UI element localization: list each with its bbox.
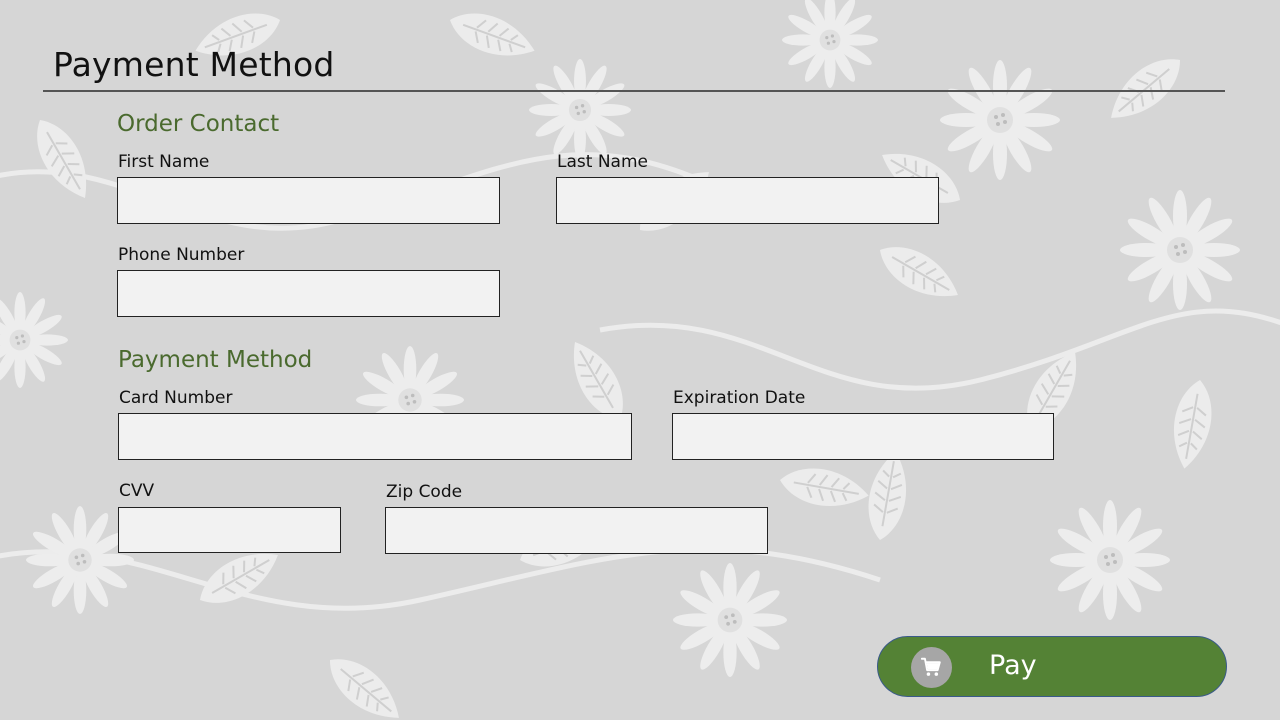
pay-button[interactable]: Pay	[877, 636, 1227, 697]
phone-number-input[interactable]	[117, 270, 500, 317]
first-name-label: First Name	[118, 152, 210, 172]
expiration-date-input[interactable]	[672, 413, 1054, 460]
first-name-input[interactable]	[117, 177, 500, 224]
card-number-input[interactable]	[118, 413, 632, 460]
last-name-label: Last Name	[557, 152, 648, 172]
title-divider	[43, 90, 1225, 92]
zip-code-label: Zip Code	[386, 482, 463, 502]
cvv-input[interactable]	[118, 507, 341, 553]
cvv-label: CVV	[119, 481, 155, 501]
payment-form: Payment Method Order Contact First Name …	[0, 0, 1280, 720]
expiration-date-label: Expiration Date	[673, 388, 806, 408]
cart-icon-badge	[911, 647, 952, 688]
payment-method-heading: Payment Method	[118, 347, 313, 373]
page-title: Payment Method	[53, 45, 335, 84]
order-contact-heading: Order Contact	[117, 111, 280, 137]
zip-code-input[interactable]	[385, 507, 768, 554]
shopping-cart-icon	[921, 657, 941, 676]
last-name-input[interactable]	[556, 177, 939, 224]
phone-number-label: Phone Number	[118, 245, 245, 265]
card-number-label: Card Number	[119, 388, 233, 408]
pay-button-label: Pay	[989, 650, 1037, 681]
